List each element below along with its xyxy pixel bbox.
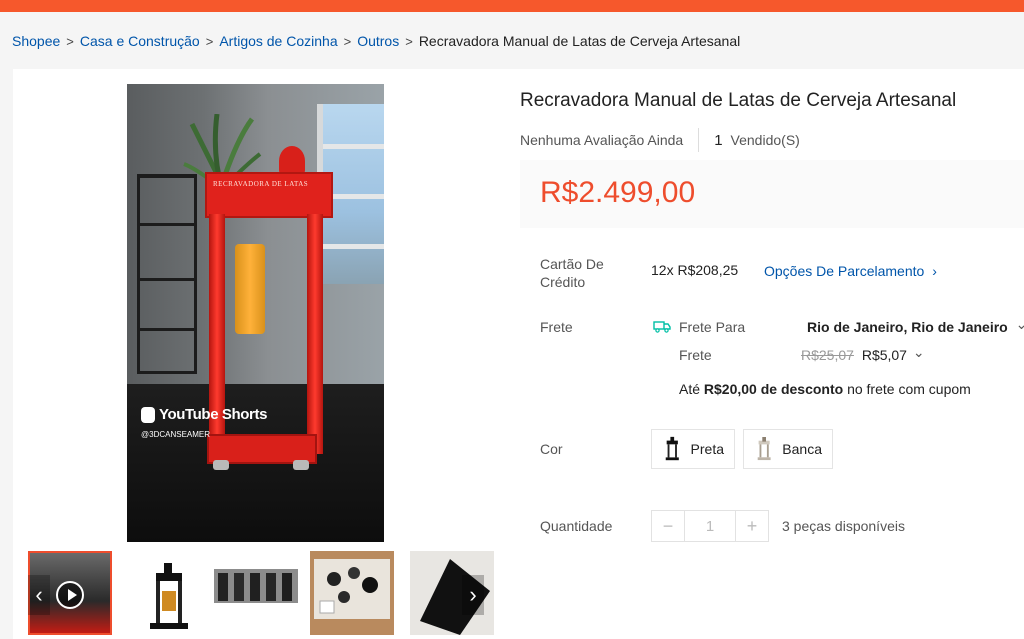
youtube-shorts-watermark: YouTube Shorts: [141, 406, 267, 423]
discount-amount: R$20,00 de desconto: [703, 381, 844, 397]
chevron-down-icon: ⌄: [912, 344, 925, 360]
chevron-right-icon: ›: [932, 263, 937, 279]
thumbnail-image[interactable]: [126, 551, 210, 635]
installment-options-link[interactable]: Opções De Parcelamento ›: [764, 263, 937, 279]
machine-rod: [307, 214, 323, 454]
sold-count: 1: [714, 131, 723, 149]
sold-label: Vendido(S): [730, 132, 800, 148]
chevron-down-icon: ⌄: [1015, 316, 1024, 332]
thumbnail-prev-button[interactable]: ‹: [28, 575, 50, 615]
shipping-to-label: Frete Para: [679, 319, 746, 335]
breadcrumb-artigos-cozinha[interactable]: Artigos de Cozinha: [219, 33, 337, 49]
breadcrumb-outros[interactable]: Outros: [357, 33, 399, 49]
truck-icon: [653, 321, 671, 333]
shipping-label: Frete: [540, 319, 573, 335]
thumbnail-image[interactable]: [310, 551, 394, 635]
color-option-label: Preta: [690, 441, 724, 457]
breadcrumb: Shopee > Casa e Construção > Artigos de …: [12, 32, 740, 50]
machine-black-thumbnail: [126, 551, 210, 635]
product-price: R$2.499,00: [540, 176, 696, 209]
product-title: Recravadora Manual de Latas de Cerveja A…: [520, 90, 957, 111]
machine-foot: [293, 460, 309, 470]
product-main-image[interactable]: RECRAVADORA DE LATAS YouTube Shorts @3DC…: [127, 84, 384, 542]
color-option-label: Banca: [782, 441, 822, 457]
thumbnail-next-button[interactable]: ›: [462, 575, 484, 615]
shipping-discount: Até R$20,00 de desconto no frete com cup…: [679, 381, 971, 397]
price-box: R$2.499,00: [520, 160, 1024, 228]
installments-text: 12x R$208,25: [651, 262, 739, 278]
installment-options-text: Opções De Parcelamento: [764, 263, 925, 279]
breadcrumb-shopee[interactable]: Shopee: [12, 33, 60, 49]
color-label: Cor: [540, 441, 563, 457]
breadcrumb-separator: >: [343, 33, 352, 49]
quantity-input[interactable]: 1: [684, 511, 736, 541]
youtube-shorts-text: YouTube Shorts: [159, 406, 268, 423]
machine-label: RECRAVADORA DE LATAS: [213, 180, 309, 188]
shipping-cost[interactable]: R$25,07 R$5,07 ⌄: [801, 344, 925, 364]
product-meta: Nenhuma Avaliação Ainda 1 Vendido(S): [520, 128, 800, 152]
quantity-decrease-button[interactable]: −: [652, 511, 684, 541]
quantity-stepper: − 1 +: [651, 510, 769, 542]
machine-top-plate: [205, 172, 333, 218]
credit-card-label: Cartão De Crédito: [540, 256, 604, 290]
shipping-old-price: R$25,07: [801, 347, 854, 363]
color-option-banca[interactable]: Banca: [743, 429, 833, 469]
shipping-destination[interactable]: Rio de Janeiro, Rio de Janeiro ⌄: [807, 316, 1024, 336]
rating-text[interactable]: Nenhuma Avaliação Ainda: [520, 132, 683, 148]
discount-suffix: no frete com cupom: [843, 381, 971, 397]
quantity-label: Quantidade: [540, 518, 613, 534]
beer-can: [235, 244, 265, 334]
divider: [698, 128, 700, 152]
shelf-graphic: [137, 174, 197, 374]
play-icon[interactable]: [56, 581, 84, 609]
color-option-preta[interactable]: Preta: [651, 429, 735, 469]
destination-text: Rio de Janeiro, Rio de Janeiro: [807, 319, 1008, 335]
channel-handle: @3DCANSEAMER: [141, 430, 211, 439]
machine-white-icon: [757, 437, 771, 461]
machine-foot: [213, 460, 229, 470]
discount-prefix: Até: [679, 381, 704, 397]
breadcrumb-current: Recravadora Manual de Latas de Cerveja A…: [418, 33, 741, 49]
breadcrumb-casa-construcao[interactable]: Casa e Construção: [80, 33, 200, 49]
breadcrumb-separator: >: [66, 33, 74, 49]
thumbnail-image[interactable]: [214, 551, 298, 635]
shipping-new-price: R$5,07: [861, 347, 907, 363]
available-stock: 3 peças disponíveis: [782, 518, 905, 534]
machines-group-thumbnail: [214, 551, 298, 635]
thumbnail-strip: [28, 551, 494, 635]
breadcrumb-separator: >: [405, 33, 413, 49]
youtube-shorts-icon: [141, 406, 155, 423]
breadcrumb-separator: >: [205, 33, 214, 49]
machine-black-icon: [665, 436, 679, 461]
quantity-increase-button[interactable]: +: [736, 511, 768, 541]
shipping-cost-label: Frete: [679, 347, 712, 363]
parts-thumbnail: [310, 551, 394, 635]
top-bar: [0, 0, 1024, 12]
